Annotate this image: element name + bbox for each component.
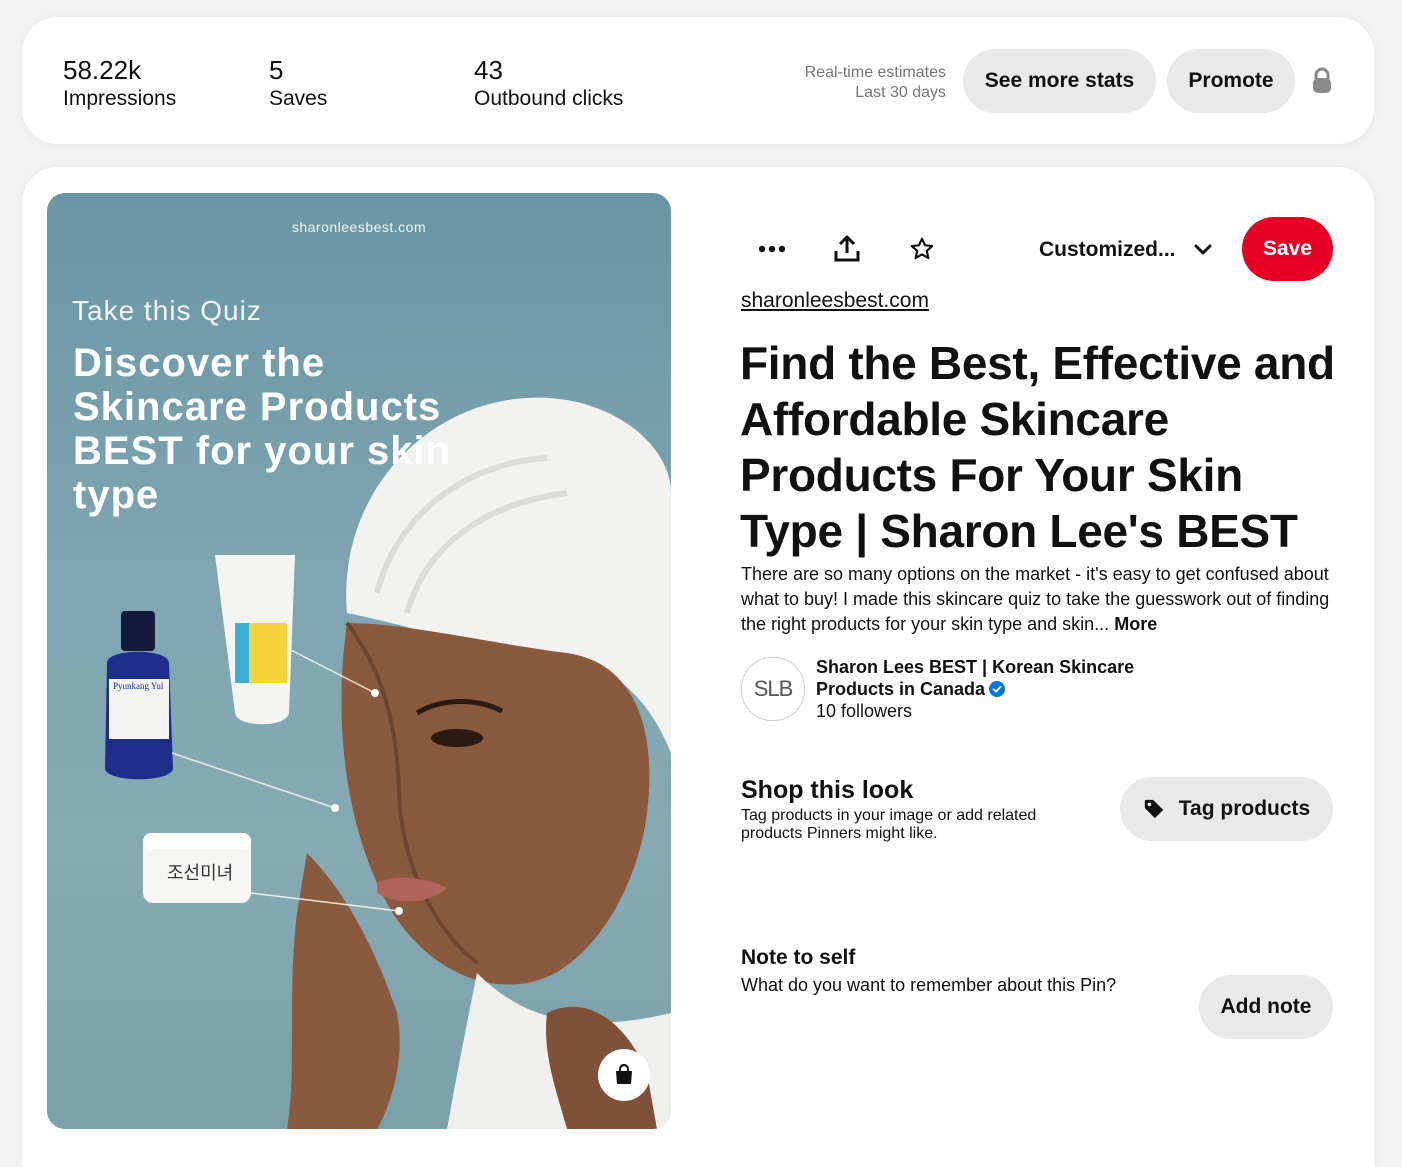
image-headline: Discover the Skincare Products BEST for … xyxy=(73,341,452,517)
share-icon xyxy=(834,235,860,262)
tag-products-label: Tag products xyxy=(1178,797,1311,820)
estimates-note: Real-time estimates Last 30 days xyxy=(805,63,946,103)
save-button[interactable]: Save xyxy=(1242,217,1333,281)
follower-count: 10 followers xyxy=(816,701,913,721)
source-link[interactable]: sharonleesbest.com xyxy=(741,289,929,313)
note-section-subtitle: What do you want to remember about this … xyxy=(741,975,1117,995)
pin-photo-illustration xyxy=(105,397,671,1129)
star-icon xyxy=(910,237,934,260)
description-text: There are so many options on the market … xyxy=(741,564,1330,634)
tag-icon xyxy=(1144,799,1163,819)
stat-value: 58.22k xyxy=(63,55,142,85)
board-selector-label: Customized... xyxy=(1039,238,1176,261)
shopping-bag-button[interactable] xyxy=(598,1049,650,1101)
image-quiz-text: Take this Quiz xyxy=(72,295,262,326)
stat-value: 5 xyxy=(269,55,284,85)
creator-avatar[interactable]: SLB xyxy=(741,657,805,721)
product-label-toner: Pyunkang Yul xyxy=(113,681,164,691)
more-options-button[interactable] xyxy=(748,225,796,273)
promote-button[interactable]: Promote xyxy=(1167,49,1295,113)
stat-impressions: 58.22k Impressions xyxy=(63,55,176,113)
pin-title: Find the Best, Effective and Affordable … xyxy=(740,337,1335,557)
stat-label: Saves xyxy=(269,87,328,110)
estimates-line-1: Real-time estimates xyxy=(804,64,946,81)
product-label-cream: 조선미녀 xyxy=(167,863,234,883)
ellipsis-icon xyxy=(758,245,786,253)
board-selector[interactable]: Customized... xyxy=(1039,233,1212,267)
more-link[interactable]: More xyxy=(1114,614,1157,634)
stat-label: Outbound clicks xyxy=(474,87,624,110)
chevron-down-icon xyxy=(1194,244,1212,255)
stat-outbound-clicks: 43 Outbound clicks xyxy=(474,55,623,113)
pin-description: There are so many options on the market … xyxy=(741,562,1341,637)
share-button[interactable] xyxy=(823,225,871,273)
verified-badge-icon xyxy=(989,681,1006,697)
stat-label: Impressions xyxy=(63,87,177,110)
favorite-button[interactable] xyxy=(898,225,946,273)
lock-icon[interactable] xyxy=(1310,67,1334,95)
pin-image[interactable]: Pyunkang Yul 조선미녀 sharonleesbest.com Tak… xyxy=(47,193,671,1129)
estimates-line-2: Last 30 days xyxy=(855,84,946,101)
see-more-stats-button[interactable]: See more stats xyxy=(963,49,1156,113)
creator-name: Sharon Lees BEST | Korean Skincare Produ… xyxy=(816,657,1135,699)
pin-stats-card: 58.22k Impressions 5 Saves 43 Outbound c… xyxy=(22,17,1374,144)
shop-section-title: Shop this look xyxy=(741,776,914,804)
add-note-button[interactable]: Add note xyxy=(1199,975,1333,1039)
stat-value: 43 xyxy=(474,55,503,85)
image-site-text: sharonleesbest.com xyxy=(291,219,427,235)
creator-name-block[interactable]: Sharon Lees BEST | Korean Skincare Produ… xyxy=(816,656,1176,700)
tag-products-button[interactable]: Tag products xyxy=(1120,777,1333,841)
pin-detail-card: Pyunkang Yul 조선미녀 sharonleesbest.com Tak… xyxy=(22,167,1374,1167)
stat-saves: 5 Saves xyxy=(269,55,327,113)
shopping-bag-icon xyxy=(616,1064,632,1084)
shop-section-subtitle: Tag products in your image or add relate… xyxy=(741,807,1037,842)
note-section-title: Note to self xyxy=(741,946,856,969)
